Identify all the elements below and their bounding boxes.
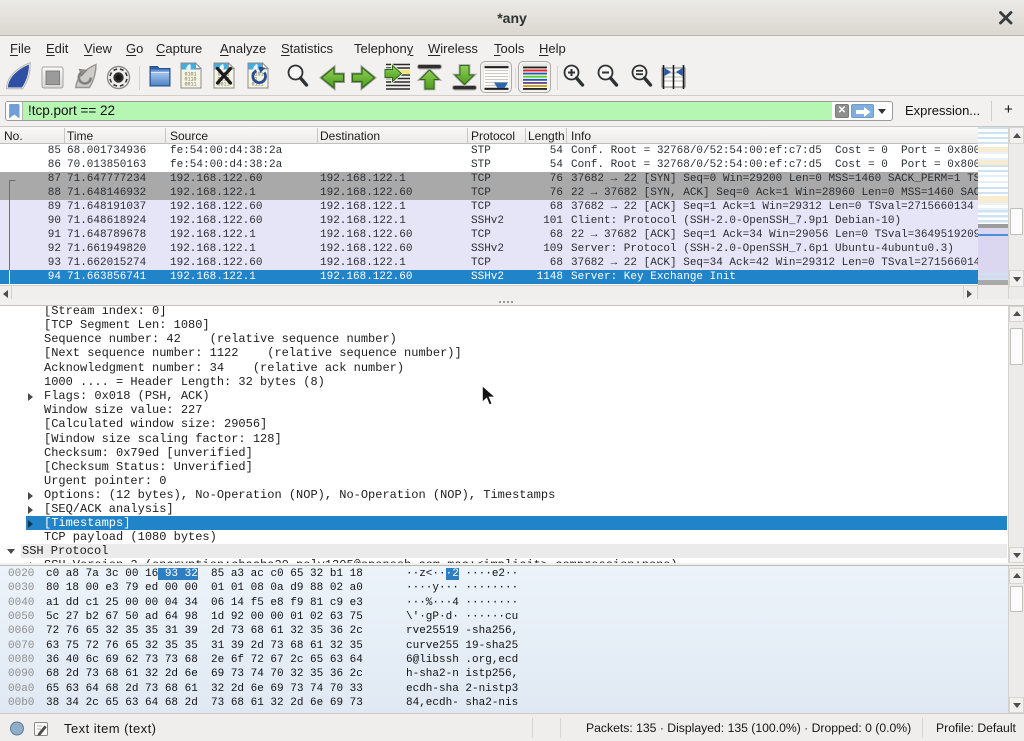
- svg-text:0011: 0011: [185, 82, 197, 88]
